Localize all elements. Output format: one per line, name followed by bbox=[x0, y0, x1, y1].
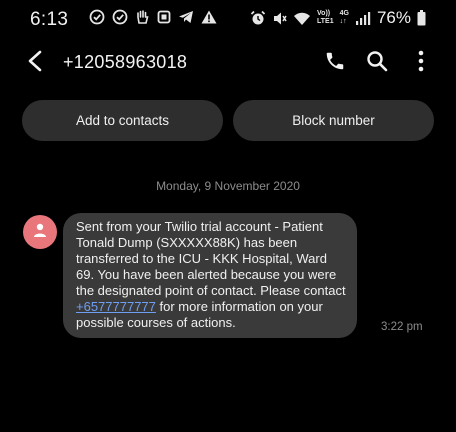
wifi-icon bbox=[293, 11, 311, 26]
volte-bottom-text: LTE1 bbox=[317, 18, 334, 25]
warning-icon bbox=[201, 10, 217, 24]
call-button[interactable] bbox=[322, 50, 348, 76]
hand-icon bbox=[135, 9, 150, 25]
conversation-header: +12058963018 bbox=[0, 40, 456, 86]
network-type-indicator: 4G ↓↑ bbox=[340, 10, 349, 26]
more-options-button[interactable] bbox=[408, 50, 434, 76]
message-text: Sent from your Twilio trial account - Pa… bbox=[76, 219, 346, 298]
block-number-button[interactable]: Block number bbox=[233, 100, 434, 141]
back-button[interactable] bbox=[22, 50, 48, 76]
network-type-text: 4G bbox=[339, 10, 349, 17]
volte-top-text: Vo)) bbox=[317, 10, 331, 17]
battery-icon bbox=[417, 10, 426, 26]
signal-icon bbox=[355, 11, 371, 26]
status-time: 6:13 bbox=[30, 9, 69, 30]
battery-percent: 76% bbox=[376, 8, 411, 27]
volte-indicator: Vo)) LTE1 bbox=[317, 10, 334, 26]
add-to-contacts-button[interactable]: Add to contacts bbox=[22, 100, 223, 141]
avatar[interactable] bbox=[23, 215, 57, 249]
person-icon bbox=[32, 222, 48, 243]
search-button[interactable] bbox=[364, 50, 390, 76]
check-circle-icon bbox=[89, 9, 105, 25]
check-circle-icon bbox=[112, 9, 128, 25]
contact-number: +12058963018 bbox=[63, 52, 188, 72]
search-icon bbox=[366, 50, 388, 77]
message-timestamp: 3:22 pm bbox=[381, 321, 423, 333]
phone-link[interactable]: +6577777777 bbox=[76, 299, 156, 314]
phone-icon bbox=[324, 50, 346, 77]
alarm-icon bbox=[250, 10, 266, 26]
message-bubble[interactable]: Sent from your Twilio trial account - Pa… bbox=[63, 213, 357, 338]
square-icon bbox=[157, 10, 171, 24]
system-status-icons: Vo)) LTE1 4G ↓↑ 76% bbox=[250, 8, 426, 28]
more-vertical-icon bbox=[418, 50, 424, 77]
mute-icon bbox=[272, 11, 287, 26]
telegram-icon bbox=[178, 10, 194, 24]
date-separator: Monday, 9 November 2020 bbox=[156, 179, 300, 193]
status-bar: 6:13 Vo)) LTE1 4G ↓↑ 76% bbox=[0, 0, 456, 38]
data-activity-arrows: ↓↑ bbox=[339, 18, 347, 25]
notification-icons bbox=[89, 9, 217, 25]
back-arrow-icon bbox=[27, 50, 43, 77]
